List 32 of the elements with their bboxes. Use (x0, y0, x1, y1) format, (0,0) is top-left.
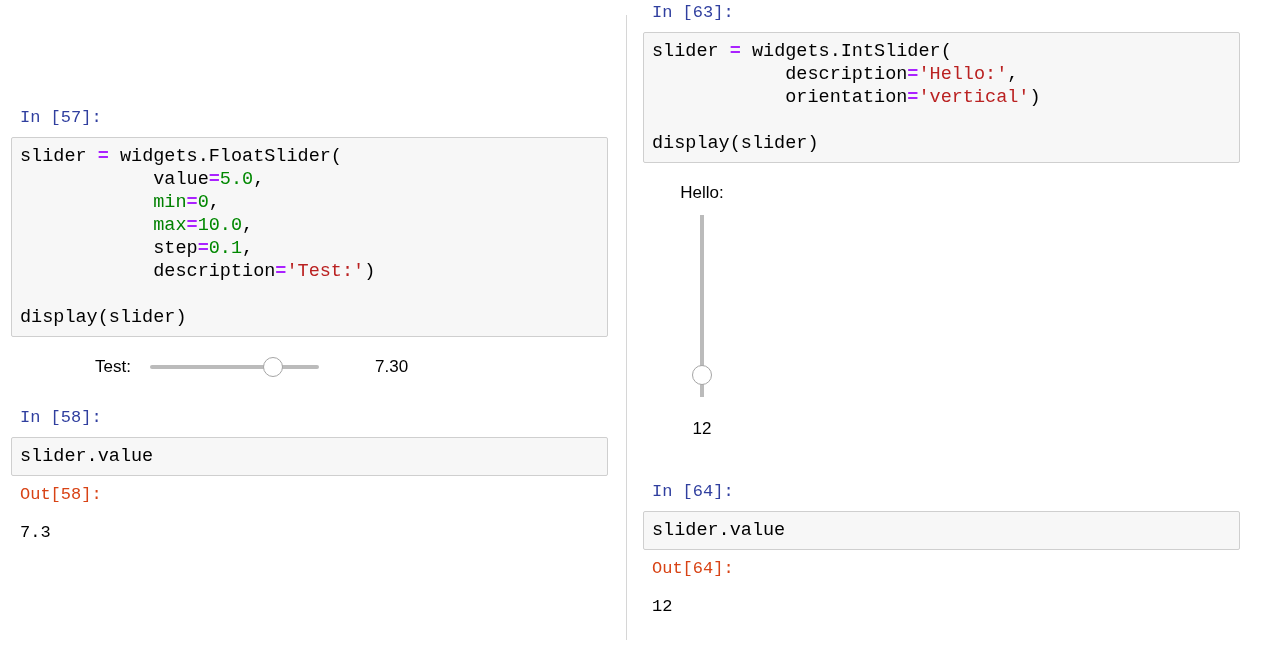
code-line: min=0, (152, 191, 221, 214)
code-cell[interactable]: slider = widgets.FloatSlider( value=5.0, min=0, max=10.0, step=0.1, description='Test:') display(slider) (11, 137, 608, 337)
code-line: orientation='vertical') (784, 86, 1042, 109)
code-line: slider.value (652, 519, 787, 542)
slider-readout: 12 (692, 419, 712, 439)
code-cell[interactable]: slider.value (643, 511, 1240, 550)
slider-track[interactable] (692, 215, 712, 397)
output-text: 7.3 (19, 522, 51, 544)
code-line: description='Hello:', (784, 63, 1020, 86)
code-line: slider = widgets.FloatSlider( (20, 145, 343, 168)
slider-handle[interactable] (263, 357, 284, 377)
code-line: description='Test:') (152, 260, 377, 283)
code-cell[interactable]: slider = widgets.IntSlider( description='Hello:', orientation='vertical') display(slider) (643, 32, 1240, 163)
slider-readout: 7.30 (375, 357, 409, 377)
code-cell[interactable]: slider.value (11, 437, 608, 476)
output-prompt: Out[64]: (651, 558, 734, 580)
output-prompt: Out[58]: (19, 484, 102, 506)
input-prompt: In [64]: (651, 481, 734, 503)
code-line: display(slider) (652, 132, 820, 155)
code-line: value=5.0, (152, 168, 266, 191)
output-text: 12 (651, 596, 673, 618)
code-line: step=0.1, (152, 237, 255, 260)
input-prompt: In [57]: (19, 107, 102, 129)
slider-handle[interactable] (692, 365, 712, 386)
code-line: display(slider) (20, 306, 188, 329)
slider-label: Test: (94, 357, 131, 377)
input-prompt: In [63]: (651, 2, 734, 24)
code-line: slider = widgets.IntSlider( (652, 40, 953, 63)
slider-label: Hello: (680, 183, 724, 203)
code-line: max=10.0, (152, 214, 255, 237)
input-prompt: In [58]: (19, 407, 102, 429)
code-line: slider.value (20, 445, 155, 468)
